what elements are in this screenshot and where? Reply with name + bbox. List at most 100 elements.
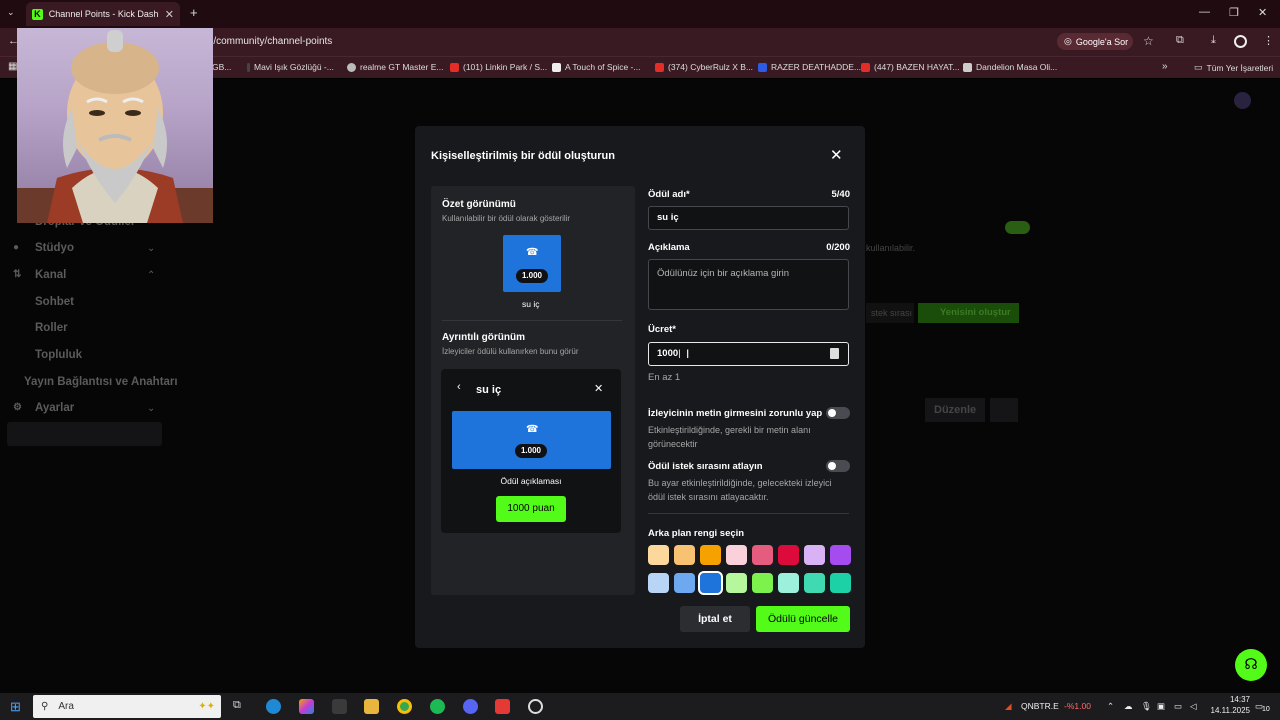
more-bookmarks-icon[interactable]: » bbox=[1162, 61, 1168, 72]
notification-count: 10 bbox=[1262, 706, 1270, 713]
google-sor-button[interactable]: ◎ Google'a Sor bbox=[1057, 33, 1133, 50]
require-text-toggle[interactable] bbox=[826, 407, 850, 419]
tray-app-icon[interactable]: ▣ bbox=[1157, 701, 1165, 712]
color-swatch[interactable] bbox=[726, 573, 747, 593]
channel-icon: ⇅ bbox=[13, 269, 22, 280]
bg-queue-button: stek sırası bbox=[866, 303, 914, 323]
discord-icon[interactable] bbox=[463, 699, 478, 714]
bookmark-item[interactable]: Dandelion Masa Oli... bbox=[963, 62, 1057, 72]
support-chat-icon[interactable]: ☊ bbox=[1235, 649, 1267, 681]
tab-close-icon[interactable]: ✕ bbox=[165, 8, 174, 21]
cost-input[interactable]: 1000| bbox=[648, 342, 849, 366]
color-swatch[interactable] bbox=[830, 545, 851, 565]
bookmark-item[interactable]: Mavi Işık Gözlüğü -... bbox=[247, 62, 334, 72]
edge-icon[interactable] bbox=[266, 699, 281, 714]
color-swatch[interactable] bbox=[674, 573, 695, 593]
taskbar-search[interactable]: ⚲ Ara ✦✦ bbox=[33, 695, 221, 718]
settings-gear-icon: ⚙ bbox=[13, 402, 22, 413]
color-swatch[interactable] bbox=[752, 573, 773, 593]
bookmark-icon bbox=[247, 62, 250, 72]
tab-search-chevron-icon[interactable]: ⌄ bbox=[7, 7, 15, 18]
sidebar-item-settings[interactable]: Ayarlar bbox=[35, 402, 74, 414]
tray-chevron-icon[interactable]: ⌃ bbox=[1107, 701, 1114, 712]
bookmark-item[interactable]: RAZER DEATHADDE... bbox=[758, 62, 861, 72]
windows-start-icon[interactable]: ⊞ bbox=[10, 699, 21, 715]
volume-icon[interactable]: ◁ bbox=[1190, 701, 1197, 712]
cloud-icon[interactable]: ☁ bbox=[1124, 701, 1133, 712]
detail-view-subtitle: İzleyiciler ödülü kullanırken bunu görür bbox=[442, 347, 579, 356]
modal-close-icon[interactable]: ✕ bbox=[830, 146, 843, 164]
sidebar-item-roles[interactable]: Roller bbox=[35, 322, 68, 334]
sidebar-item-studio[interactable]: Stüdyo bbox=[35, 242, 74, 254]
chevron-up-icon: ⌃ bbox=[147, 270, 156, 281]
user-avatar[interactable] bbox=[1234, 92, 1251, 109]
minimize-icon[interactable]: — bbox=[1199, 6, 1210, 18]
star-icon[interactable]: ☆ bbox=[1143, 34, 1154, 48]
all-bookmarks[interactable]: ▭ Tüm Yer İşaretleri bbox=[1194, 62, 1273, 73]
sidebar-item-community[interactable]: Topluluk bbox=[35, 349, 82, 361]
detail-cost-pill: 1.000 bbox=[515, 444, 547, 458]
color-swatch[interactable] bbox=[778, 573, 799, 593]
sidebar-item-stream-key[interactable]: Yayın Bağlantısı ve Anahtarı bbox=[24, 376, 178, 388]
require-text-description: Etkinleştirildiğinde, gerekli bir metin … bbox=[648, 425, 811, 449]
color-swatch[interactable] bbox=[674, 545, 695, 565]
color-swatch[interactable] bbox=[804, 573, 825, 593]
bookmark-item[interactable]: (101) Linkin Park / S... bbox=[450, 62, 547, 72]
new-tab-icon[interactable]: + bbox=[190, 5, 198, 20]
window-close-icon[interactable]: ✕ bbox=[1258, 6, 1267, 19]
color-swatch[interactable] bbox=[752, 545, 773, 565]
search-icon: ⚲ bbox=[41, 701, 49, 712]
spotify-icon[interactable] bbox=[430, 699, 445, 714]
cancel-button[interactable]: İptal et bbox=[680, 606, 750, 632]
bookmark-item[interactable]: (447) BAZEN HAYAT... bbox=[861, 62, 960, 72]
clock-time[interactable]: 14:37 bbox=[1200, 695, 1250, 704]
summary-cost-pill: 1.000 bbox=[516, 269, 548, 283]
color-swatch[interactable] bbox=[700, 545, 721, 565]
app-icon[interactable] bbox=[495, 699, 510, 714]
bookmark-item[interactable]: realme GT Master E... bbox=[347, 62, 443, 72]
color-swatch[interactable] bbox=[648, 573, 669, 593]
task-view-icon[interactable]: ⧉ bbox=[233, 699, 248, 714]
download-icon[interactable]: ⤓ bbox=[1211, 34, 1216, 47]
store-icon[interactable] bbox=[332, 699, 347, 714]
color-swatch[interactable] bbox=[830, 573, 851, 593]
restore-icon[interactable]: ❐ bbox=[1229, 6, 1239, 19]
color-swatch[interactable] bbox=[726, 545, 747, 565]
taskbar-search-placeholder: Ara bbox=[58, 701, 74, 712]
color-swatch[interactable] bbox=[698, 571, 723, 595]
reward-name-input[interactable]: su iç bbox=[648, 206, 849, 230]
cost-hint: En az 1 bbox=[648, 372, 681, 383]
sidebar-item-chat[interactable]: Sohbet bbox=[35, 296, 74, 308]
bookmark-item[interactable]: A Touch of Spice -... bbox=[552, 62, 640, 72]
description-textarea[interactable]: Ödülünüz için bir açıklama girin bbox=[648, 259, 849, 310]
google-lens-icon: ◎ bbox=[1064, 36, 1072, 46]
update-reward-button[interactable]: Ödülü güncelle bbox=[756, 606, 850, 632]
bg-delete-button bbox=[990, 398, 1018, 422]
color-swatch[interactable] bbox=[778, 545, 799, 565]
color-swatch[interactable] bbox=[804, 545, 825, 565]
browser-tab[interactable]: K Channel Points - Kick Dashboard ✕ bbox=[26, 2, 180, 26]
sidebar-item-channel[interactable]: Kanal bbox=[35, 269, 66, 281]
skip-queue-toggle[interactable] bbox=[826, 460, 850, 472]
bookmark-item[interactable]: GB... bbox=[212, 62, 231, 72]
stock-name[interactable]: QNBTR.E bbox=[1021, 701, 1059, 711]
extensions-icon[interactable]: ⧉ bbox=[1176, 34, 1184, 47]
url-text[interactable]: nel/community/channel-points bbox=[200, 36, 332, 47]
cost-value: 1000 bbox=[657, 348, 679, 359]
number-stepper-icon[interactable] bbox=[830, 348, 839, 359]
chevron-down-icon: ⌄ bbox=[147, 243, 156, 254]
network-icon[interactable]: ▭ bbox=[1174, 701, 1182, 712]
cost-label: Ücret* bbox=[648, 324, 676, 335]
copilot-app-icon[interactable] bbox=[299, 699, 314, 714]
windows-taskbar: ⊞ ⚲ Ara ✦✦ ⧉ ◢ QNBTR.E -%1.00 ⌃ ☁ 🎙 ▣ ▭ … bbox=[0, 693, 1280, 720]
chrome-icon[interactable] bbox=[397, 699, 412, 714]
color-swatch[interactable] bbox=[648, 545, 669, 565]
bookmark-item[interactable]: (374) CyberRulz X B... bbox=[655, 62, 753, 72]
file-explorer-icon[interactable] bbox=[364, 699, 379, 714]
obs-icon[interactable] bbox=[528, 699, 543, 714]
mic-icon[interactable]: 🎙 bbox=[1141, 701, 1152, 712]
menu-icon[interactable]: ⋮ bbox=[1263, 34, 1274, 47]
back-chevron-icon: ‹ bbox=[457, 381, 461, 393]
profile-icon[interactable] bbox=[1234, 35, 1247, 48]
clock-date[interactable]: 14.11.2025 bbox=[1200, 706, 1250, 715]
